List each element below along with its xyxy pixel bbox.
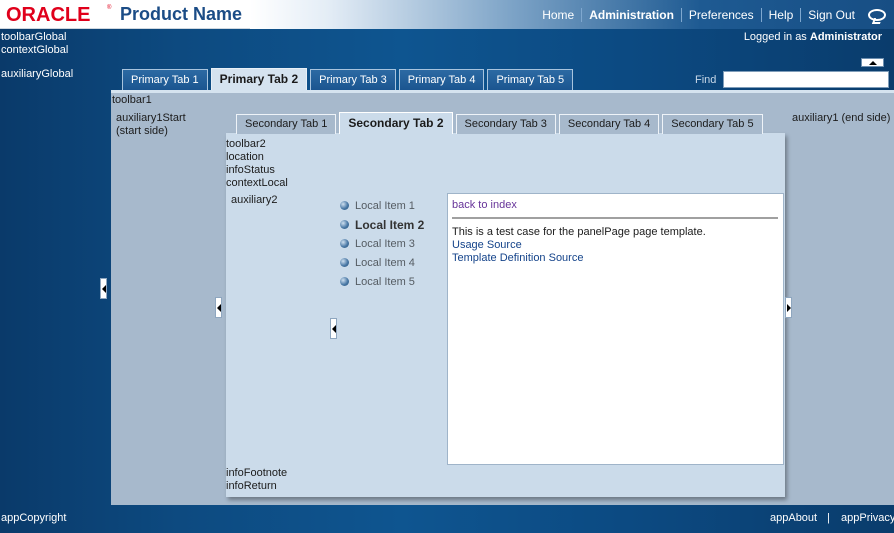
primary-tab-2[interactable]: Primary Tab 2 [210, 68, 308, 90]
local-item-2[interactable]: Local Item 2 [340, 215, 424, 234]
secondary-tab-bar: Secondary Tab 1 Secondary Tab 2 Secondar… [236, 112, 766, 134]
secondary-tab-2[interactable]: Secondary Tab 2 [339, 112, 453, 134]
footer-separator: | [827, 512, 830, 524]
branding-bar: ORACLE ® Product Name Home Administratio… [0, 0, 894, 29]
primary-tab-bar: Primary Tab 1 Primary Tab 2 Primary Tab … [122, 68, 576, 90]
global-nav: Home Administration Preferences Help Sig… [535, 0, 886, 29]
context-local: contextLocal [226, 177, 288, 189]
bullet-icon [340, 277, 349, 286]
collapse-auxiliary-global-handle[interactable] [100, 278, 107, 299]
back-to-index-link[interactable]: back to index [452, 199, 517, 211]
local-item-label: Local Item 2 [355, 217, 425, 232]
local-item-label: Local Item 3 [355, 237, 415, 250]
info-status: infoStatus [226, 164, 275, 176]
bullet-icon [340, 201, 349, 210]
content-area: back to index This is a test case for th… [447, 193, 784, 465]
bullet-icon [340, 258, 349, 267]
global-nav-help[interactable]: Help [762, 8, 801, 22]
product-name: Product Name [120, 4, 243, 24]
global-nav-home[interactable]: Home [535, 8, 581, 22]
primary-tab-4[interactable]: Primary Tab 4 [398, 69, 485, 90]
usage-source-link[interactable]: Usage Source [452, 239, 522, 251]
auxiliary-global: auxiliaryGlobal [1, 68, 74, 80]
global-nav-sign-out[interactable]: Sign Out [801, 8, 862, 22]
logged-in-status: Logged in as Administrator [744, 31, 882, 43]
collapse-auxiliary1-end-handle[interactable] [785, 297, 792, 318]
collapse-header-button[interactable] [861, 58, 884, 67]
local-item-5[interactable]: Local Item 5 [340, 272, 424, 291]
secondary-tab-3[interactable]: Secondary Tab 3 [455, 114, 556, 134]
app-about-link[interactable]: appAbout [770, 512, 817, 524]
primary-tab-3[interactable]: Primary Tab 3 [310, 69, 396, 90]
toolbar1: toolbar1 [112, 94, 152, 106]
collapse-auxiliary1-start-handle[interactable] [215, 297, 222, 318]
registered-mark: ® [107, 5, 112, 11]
bullet-icon [340, 239, 349, 248]
oracle-logo: ORACLE [6, 4, 91, 26]
logged-in-prefix: Logged in as [743, 31, 807, 43]
find-input[interactable] [723, 71, 889, 88]
collapse-auxiliary2-handle[interactable] [330, 318, 337, 339]
divider [452, 217, 778, 219]
find-label: Find [695, 74, 717, 86]
auxiliary1-start: auxiliary1Start [116, 112, 186, 124]
primary-tab-5[interactable]: Primary Tab 5 [487, 69, 574, 90]
logged-in-user: Administrator [809, 31, 882, 43]
bullet-icon [340, 220, 349, 229]
auxiliary1-start-note: (start side) [116, 125, 168, 137]
help-icon[interactable] [868, 8, 886, 21]
local-item-4[interactable]: Local Item 4 [340, 253, 424, 272]
primary-tab-1[interactable]: Primary Tab 1 [122, 69, 208, 90]
secondary-tab-4[interactable]: Secondary Tab 4 [558, 114, 660, 134]
context-global: contextGlobal [1, 44, 69, 56]
app-copyright: appCopyright [1, 512, 67, 524]
info-footnote: infoFootnote [226, 467, 288, 479]
local-item-label: Local Item 4 [355, 256, 415, 269]
global-nav-preferences[interactable]: Preferences [682, 8, 761, 22]
secondary-tab-1[interactable]: Secondary Tab 1 [236, 114, 337, 134]
secondary-tab-5[interactable]: Secondary Tab 5 [662, 114, 763, 134]
toolbar2: toolbar2 [226, 138, 266, 150]
template-definition-source-link[interactable]: Template Definition Source [452, 252, 583, 264]
content-description: This is a test case for the panelPage pa… [452, 226, 706, 238]
toolbar-global: toolbarGlobal [1, 31, 67, 43]
location: location [226, 151, 264, 163]
auxiliary2: auxiliary2 [231, 194, 278, 206]
info-return: infoReturn [226, 480, 277, 492]
local-item-label: Local Item 1 [355, 199, 415, 212]
local-nav: Local Item 1 Local Item 2 Local Item 3 L… [340, 196, 424, 291]
global-nav-administration[interactable]: Administration [582, 8, 681, 22]
local-item-label: Local Item 5 [355, 275, 415, 288]
local-item-1[interactable]: Local Item 1 [340, 196, 424, 215]
app-privacy-link[interactable]: appPrivacy [841, 512, 894, 524]
local-item-3[interactable]: Local Item 3 [340, 234, 424, 253]
auxiliary1-end: auxiliary1 (end side) [792, 112, 891, 124]
